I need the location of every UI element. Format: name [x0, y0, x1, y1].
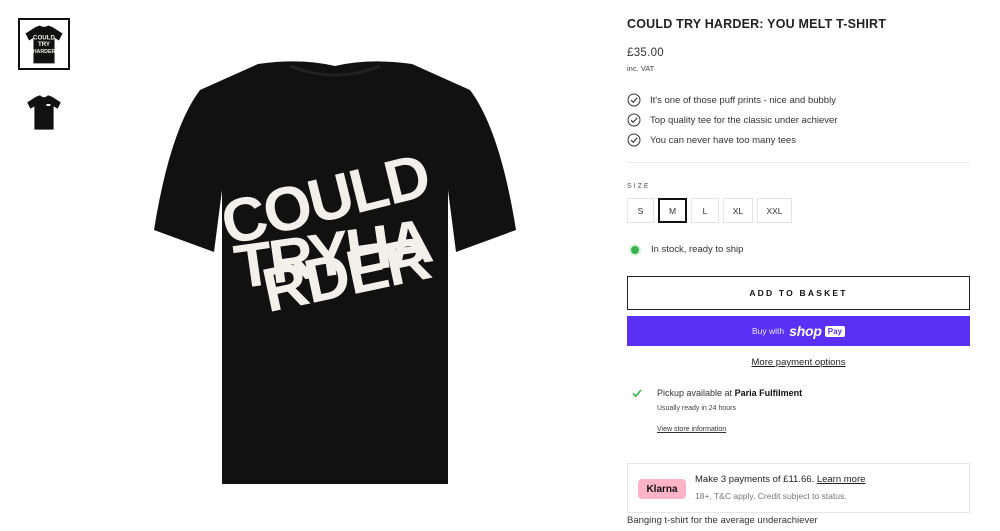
shop-pay-button[interactable]: Buy with shop Pay	[627, 316, 970, 346]
check-circle-icon	[627, 93, 641, 107]
product-title: COULD TRY HARDER: YOU MELT T-SHIRT	[627, 17, 887, 31]
pay-badge: Pay	[824, 325, 845, 337]
check-circle-icon	[627, 133, 641, 147]
checkmark-icon	[632, 389, 642, 398]
svg-text:COULD: COULD	[33, 35, 55, 42]
size-selector: S M L XL XXL	[627, 198, 792, 223]
pickup-prefix: Pickup available at	[657, 388, 733, 398]
feature-list: It's one of those puff prints - nice and…	[627, 90, 970, 150]
view-store-information-link[interactable]: View store information	[657, 426, 726, 433]
check-circle-icon	[627, 113, 641, 127]
add-to-basket-button[interactable]: ADD TO BASKET	[627, 276, 970, 310]
klarna-logo: Klarna	[638, 479, 686, 499]
tshirt-back-image: COULD TRYHA RDER	[154, 61, 516, 484]
feature-text: You can never have too many tees	[650, 134, 796, 146]
product-description: Banging t-shirt for the average underach…	[627, 515, 818, 526]
vat-note: inc. VAT	[627, 64, 655, 73]
stock-status: In stock, ready to ship	[631, 244, 743, 255]
thumbnail-back[interactable]: COULD TRY HARDER	[18, 18, 70, 70]
buy-with-label: Buy with	[751, 326, 785, 336]
tshirt-front-thumbnail-image	[27, 95, 61, 130]
size-option-xl[interactable]: XL	[723, 198, 753, 223]
feature-item: You can never have too many tees	[627, 130, 970, 150]
pickup-ready-time: Usually ready in 24 hours	[657, 405, 736, 412]
pickup-availability: Pickup available at Paria Fulfilment	[657, 388, 802, 398]
klarna-terms: 18+, T&C apply, Credit subject to status…	[695, 491, 847, 501]
main-product-image: COULD TRYHA RDER	[140, 50, 530, 490]
feature-text: Top quality tee for the classic under ac…	[650, 114, 838, 126]
feature-text: It's one of those puff prints - nice and…	[650, 94, 836, 106]
more-payment-options-link[interactable]: More payment options	[627, 357, 970, 368]
klarna-installments: Make 3 payments of £11.66. Learn more	[695, 474, 865, 485]
in-stock-dot-icon	[631, 245, 639, 254]
svg-text:HARDER: HARDER	[33, 49, 56, 55]
tshirt-back-thumbnail-image: COULD TRY HARDER	[25, 25, 63, 64]
size-option-xxl[interactable]: XXL	[757, 198, 792, 223]
feature-item: Top quality tee for the classic under ac…	[627, 110, 970, 130]
size-option-l[interactable]: L	[691, 198, 719, 223]
stock-text: In stock, ready to ship	[651, 244, 744, 255]
klarna-payment-text: Make 3 payments of £11.66.	[695, 474, 815, 485]
shop-logo-icon: shop	[789, 323, 822, 339]
size-option-m[interactable]: M	[658, 198, 687, 223]
thumbnail-front[interactable]	[18, 86, 70, 138]
product-price: £35.00	[627, 47, 664, 59]
klarna-banner: Klarna Make 3 payments of £11.66. Learn …	[627, 463, 970, 513]
thumbnail-gallery: COULD TRY HARDER	[18, 18, 70, 154]
divider	[627, 162, 970, 163]
size-label: SIZE	[627, 183, 651, 190]
klarna-learn-more-link[interactable]: Learn more	[817, 474, 866, 485]
feature-item: It's one of those puff prints - nice and…	[627, 90, 970, 110]
pickup-location: Paria Fulfilment	[734, 388, 803, 398]
size-option-s[interactable]: S	[627, 198, 654, 223]
svg-text:TRY: TRY	[38, 41, 50, 48]
